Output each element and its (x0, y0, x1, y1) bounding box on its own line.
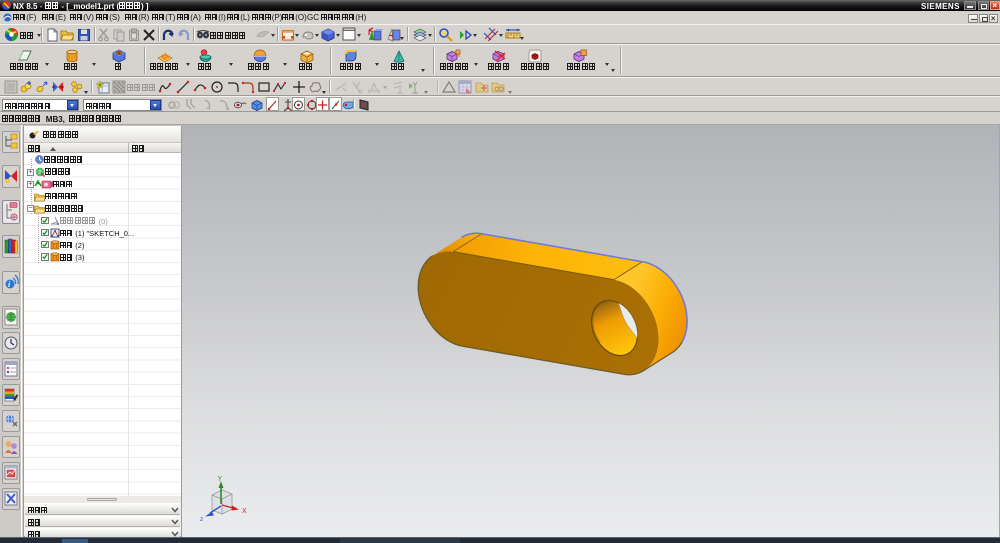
svg-text:z: z (200, 516, 203, 523)
svg-text:X: X (242, 508, 247, 515)
svg-text:Y: Y (218, 476, 223, 483)
